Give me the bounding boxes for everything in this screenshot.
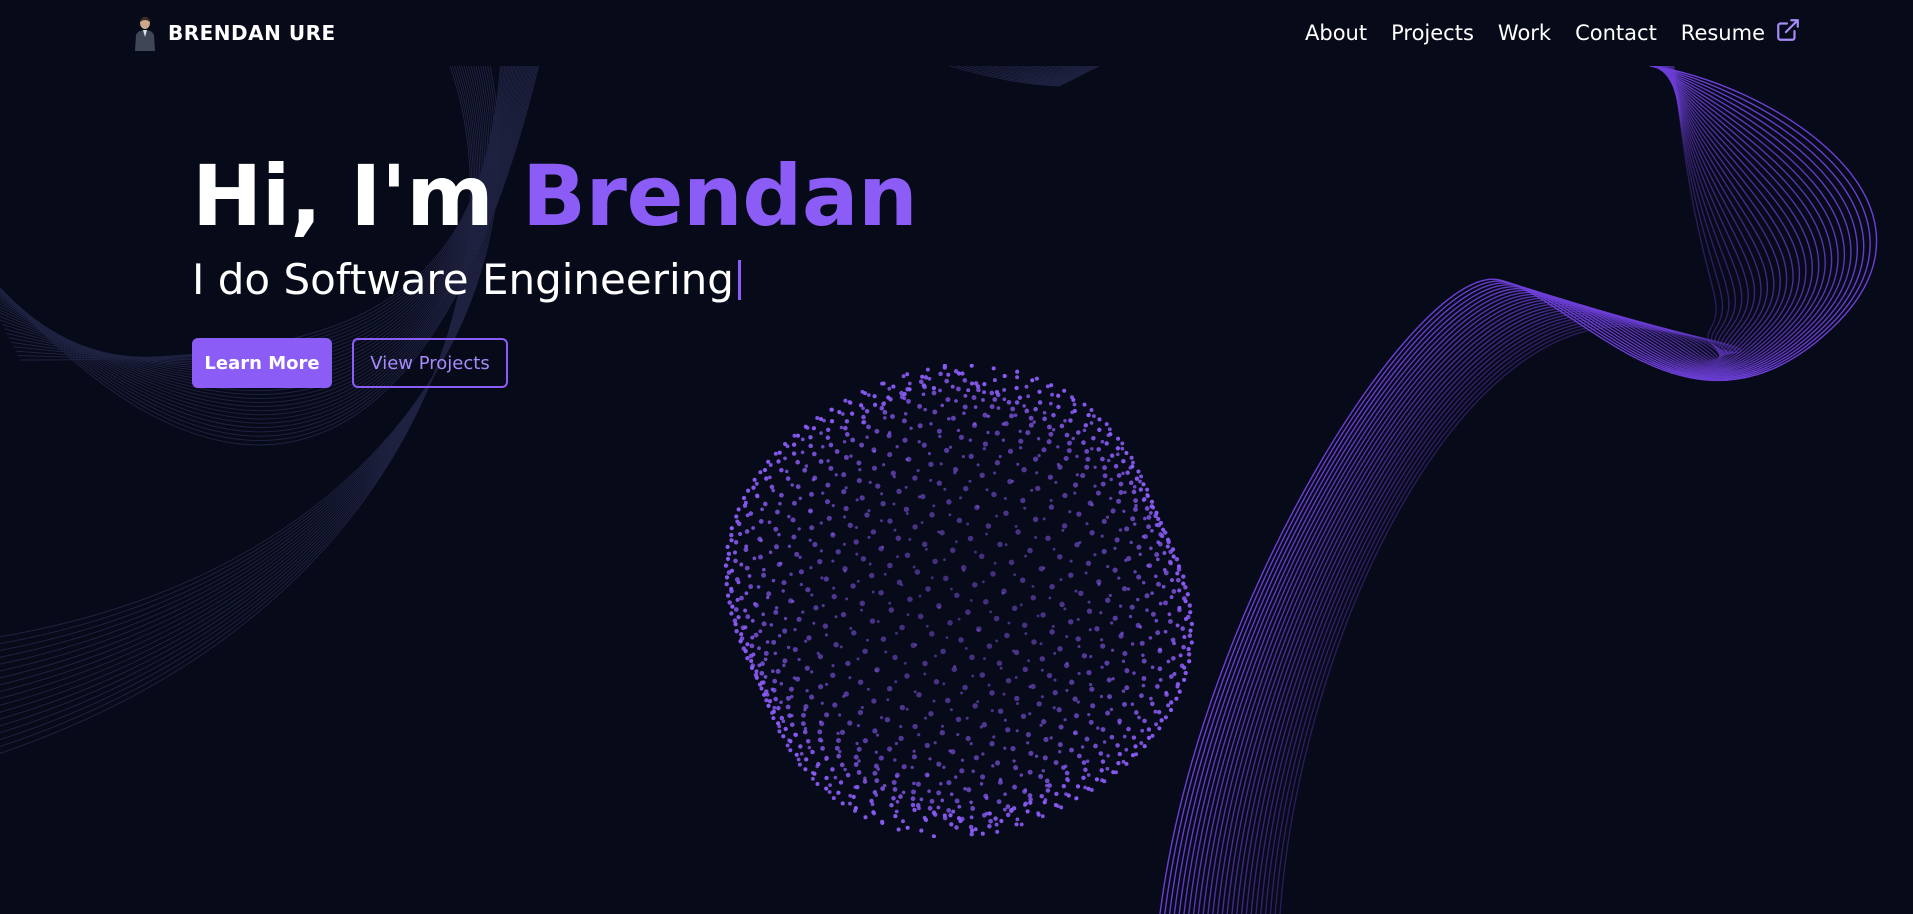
nav-link-resume[interactable]: Resume	[1681, 18, 1801, 48]
hero-subtitle-text: I do Software Engineering	[192, 255, 734, 304]
nav-link-about[interactable]: About	[1305, 18, 1367, 48]
resume-label: Resume	[1680, 21, 1765, 45]
person-avatar-icon	[135, 17, 155, 51]
typing-cursor	[737, 260, 741, 300]
brand-name: BRENDAN URE	[168, 21, 336, 45]
view-projects-button[interactable]: View Projects	[352, 338, 508, 388]
hero-subtitle: I do Software Engineering	[192, 254, 917, 306]
brand-home-link[interactable]: BRENDAN URE	[132, 14, 336, 52]
nav-link-contact[interactable]: Contact	[1575, 18, 1657, 48]
hero-heading: Hi, I'm Brendan	[192, 146, 918, 246]
main-nav: About Projects Work Contact Resume	[1305, 18, 1801, 48]
learn-more-button[interactable]: Learn More	[192, 338, 332, 388]
cta-button-row: Learn More View Projects	[192, 338, 917, 388]
hero-section: Hi, I'm Brendan I do Software Engineerin…	[192, 146, 918, 388]
nav-link-work[interactable]: Work	[1498, 18, 1551, 48]
page: BRENDAN URE About Projects Work Contact …	[0, 0, 1913, 914]
external-link-icon	[1777, 19, 1799, 41]
nav-link-projects[interactable]: Projects	[1391, 18, 1474, 48]
top-navigation-bar: BRENDAN URE About Projects Work Contact …	[0, 0, 1913, 66]
hero-name: Brendan	[522, 147, 918, 245]
particle-sphere-graphic	[723, 364, 1195, 838]
hero-greeting: Hi, I'm	[192, 147, 494, 245]
